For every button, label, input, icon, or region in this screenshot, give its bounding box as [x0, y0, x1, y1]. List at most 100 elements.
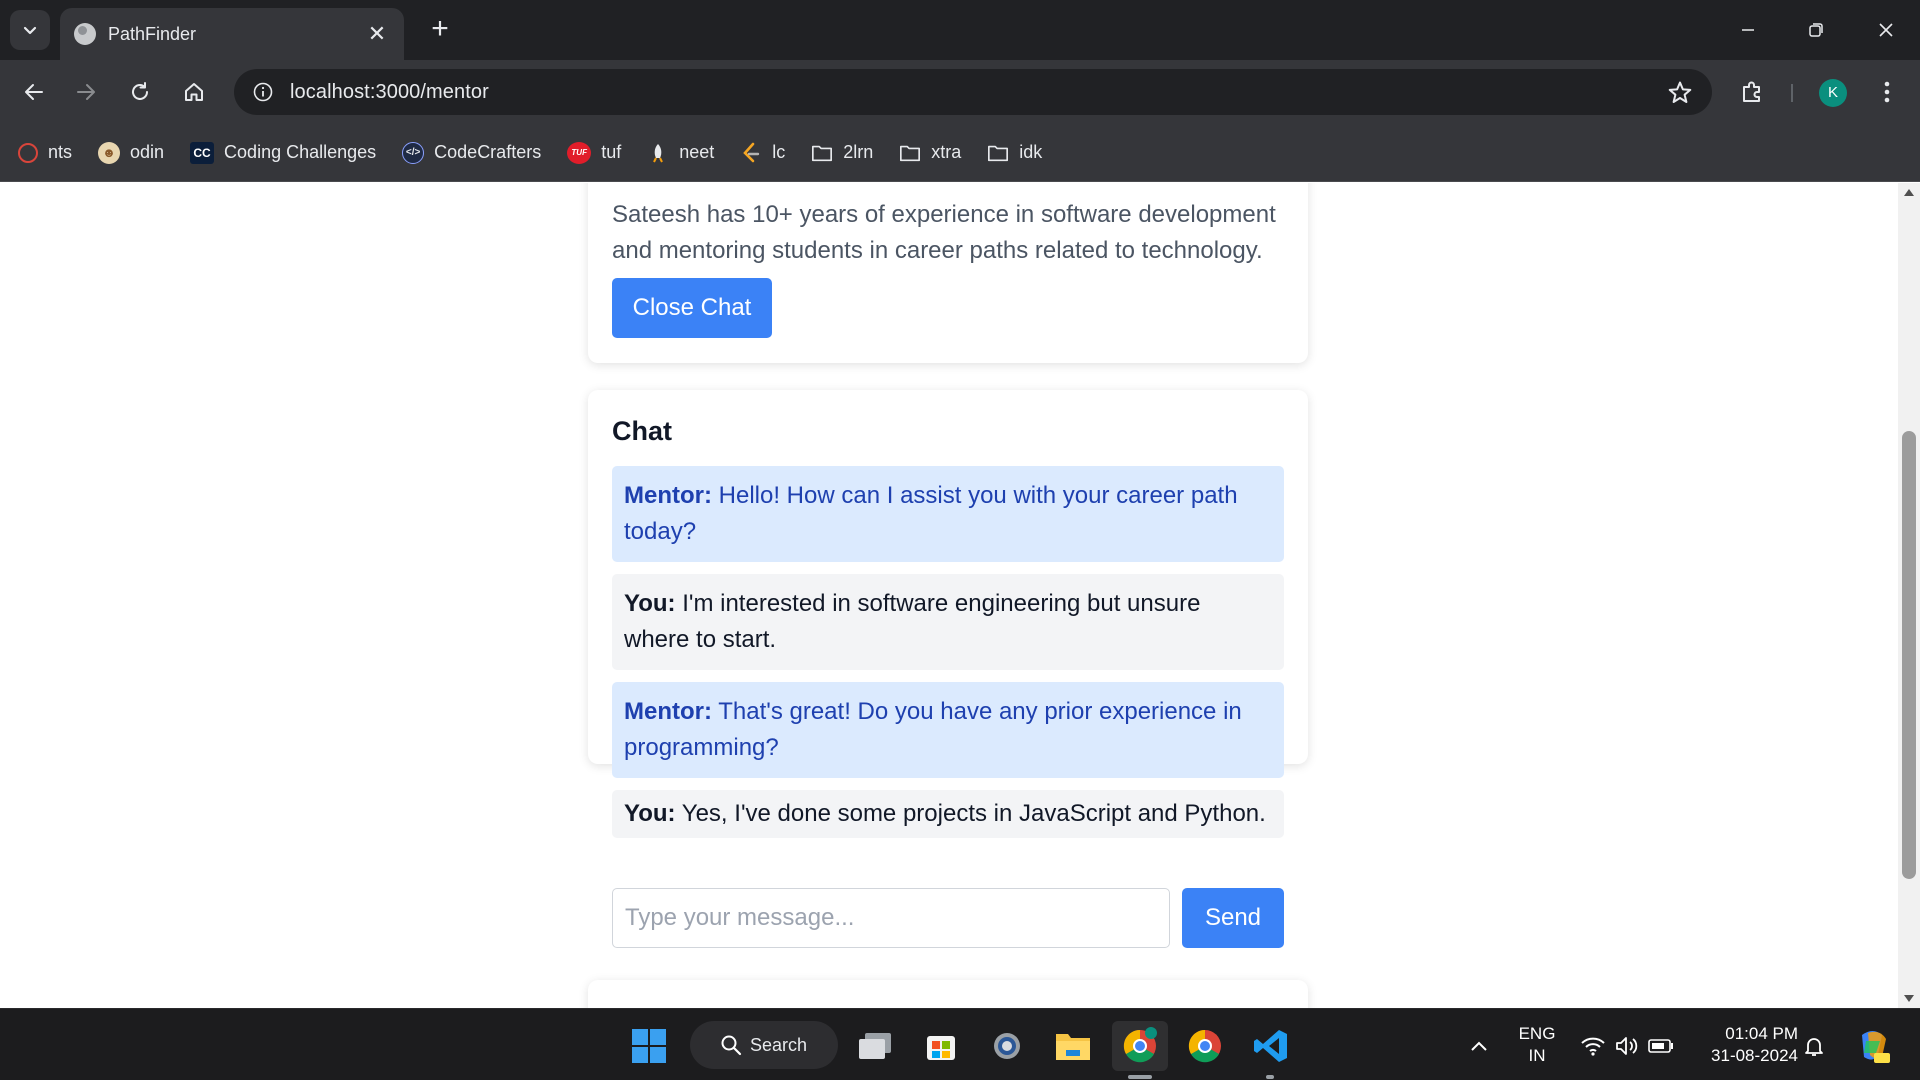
- chevron-down-icon: [23, 26, 37, 35]
- browser-tab[interactable]: PathFinder ✕: [60, 8, 404, 60]
- bookmark-neet[interactable]: neet: [647, 137, 714, 169]
- browser-toolbar: localhost:3000/mentor K: [0, 60, 1920, 124]
- message-text: Hello! How can I assist you with your ca…: [624, 482, 1238, 545]
- tab-title: PathFinder: [108, 23, 197, 44]
- folder-icon: [1056, 1034, 1090, 1060]
- bookmark-coding-challenges[interactable]: CC Coding Challenges: [190, 137, 376, 169]
- url-text[interactable]: localhost:3000/mentor: [290, 81, 489, 104]
- region-label: IN: [1528, 1046, 1546, 1065]
- bookmark-label: tuf: [601, 142, 622, 162]
- microsoft-store-button[interactable]: [916, 1021, 966, 1071]
- wifi-icon: [1581, 1037, 1605, 1056]
- scroll-up-icon[interactable]: [1904, 189, 1914, 196]
- more-vertical-icon: [1884, 81, 1890, 103]
- send-button[interactable]: Send: [1182, 888, 1284, 948]
- bookmark-codecrafters[interactable]: </> CodeCrafters: [402, 137, 541, 169]
- volume-icon: [1616, 1037, 1638, 1055]
- extensions-button[interactable]: [1734, 74, 1770, 110]
- gear-icon: [994, 1033, 1020, 1059]
- notifications-button[interactable]: [1794, 1021, 1834, 1071]
- reload-button[interactable]: [120, 72, 160, 112]
- chat-message-mentor: Mentor: That's great! Do you have any pr…: [612, 682, 1284, 778]
- cc-icon: CC: [190, 141, 215, 164]
- message-text: That's great! Do you have any prior expe…: [624, 698, 1242, 761]
- quick-settings-button[interactable]: [1572, 1021, 1682, 1071]
- language-indicator[interactable]: ENG IN: [1510, 1023, 1564, 1067]
- bookmark-label: Coding Challenges: [224, 142, 377, 162]
- taskbar-search[interactable]: Search: [690, 1021, 838, 1069]
- forward-button[interactable]: [66, 72, 106, 112]
- chat-title: Chat: [612, 416, 672, 446]
- site-info-icon[interactable]: [248, 77, 278, 107]
- bookmark-label: CodeCrafters: [434, 142, 542, 162]
- battery-icon: [1648, 1039, 1673, 1053]
- chat-card: Chat Mentor: Hello! How can I assist you…: [588, 390, 1308, 948]
- chat-message-mentor: Mentor: Hello! How can I assist you with…: [612, 466, 1284, 562]
- start-button[interactable]: [624, 1021, 674, 1071]
- chrome-icon: [1188, 1029, 1221, 1063]
- toolbar-separator: [1791, 84, 1793, 102]
- folder-icon: [899, 142, 921, 164]
- next-card: [588, 980, 1308, 1008]
- copilot-icon: [1862, 1031, 1890, 1063]
- mentor-description: Sateesh has 10+ years of experience in s…: [612, 201, 1276, 264]
- chrome-button[interactable]: [1180, 1021, 1230, 1071]
- bookmark-nts[interactable]: nts: [18, 137, 72, 169]
- home-icon: [185, 83, 203, 101]
- home-button[interactable]: [174, 72, 214, 112]
- vscode-icon: [1254, 1030, 1287, 1062]
- copilot-button[interactable]: [1848, 1021, 1898, 1071]
- window-close-button[interactable]: [1852, 0, 1920, 60]
- windows-taskbar: Search ENG IN 01:04 PM 31-08-2024: [0, 1008, 1920, 1080]
- back-button[interactable]: [14, 72, 54, 112]
- folder-icon: [811, 142, 833, 164]
- page-viewport: Sateesh has 10+ years of experience in s…: [0, 183, 1898, 1008]
- chrome-icon: [1123, 1027, 1157, 1063]
- vscode-button[interactable]: [1246, 1021, 1296, 1071]
- bookmark-lc[interactable]: lc: [740, 137, 785, 169]
- close-chat-button[interactable]: Close Chat: [612, 278, 772, 338]
- chrome-profile-button[interactable]: [1112, 1021, 1168, 1071]
- tab-close-button[interactable]: ✕: [364, 21, 390, 47]
- address-bar[interactable]: localhost:3000/mentor: [234, 69, 1712, 115]
- chat-message-input[interactable]: [612, 888, 1170, 948]
- show-hidden-icons-button[interactable]: [1454, 1021, 1504, 1071]
- message-sender: Mentor:: [624, 698, 712, 725]
- bookmark-odin[interactable]: ☻ odin: [98, 137, 164, 169]
- scroll-down-icon[interactable]: [1904, 995, 1914, 1002]
- message-text: I'm interested in software engineering b…: [624, 590, 1201, 653]
- restore-icon: [1809, 23, 1823, 37]
- settings-app-button[interactable]: [982, 1021, 1032, 1071]
- bookmark-label: 2lrn: [843, 142, 874, 162]
- minimize-button[interactable]: [1714, 0, 1782, 60]
- bookmark-star-icon[interactable]: [1666, 79, 1694, 107]
- folder-icon: [987, 142, 1009, 164]
- bookmark-folder-xtra[interactable]: xtra: [899, 137, 961, 169]
- new-tab-button[interactable]: +: [422, 12, 458, 48]
- task-view-button[interactable]: [850, 1021, 900, 1071]
- bookmark-label: nts: [48, 142, 73, 162]
- bookmark-folder-2lrn[interactable]: 2lrn: [811, 137, 873, 169]
- bookmark-folder-idk[interactable]: idk: [987, 137, 1042, 169]
- minimize-icon: [1742, 29, 1754, 31]
- chat-message-user: You: I'm interested in software engineer…: [612, 574, 1284, 670]
- bookmark-tuf[interactable]: TUF tuf: [567, 137, 621, 169]
- notification-bell-icon: [1805, 1038, 1823, 1056]
- clock-date: 31-08-2024: [1711, 1046, 1798, 1065]
- scrollbar-thumb[interactable]: [1902, 431, 1916, 879]
- message-sender: Mentor:: [624, 482, 712, 509]
- bookmark-label: idk: [1019, 142, 1043, 162]
- globe-icon: [74, 23, 96, 45]
- chat-message-user: You: Yes, I've done some projects in Jav…: [612, 790, 1284, 838]
- browser-menu-button[interactable]: [1872, 74, 1902, 110]
- codecrafters-icon: </>: [402, 141, 425, 164]
- clock[interactable]: 01:04 PM 31-08-2024: [1694, 1023, 1798, 1067]
- profile-avatar[interactable]: K: [1819, 79, 1847, 107]
- message-text: Yes, I've done some projects in JavaScri…: [681, 800, 1266, 827]
- message-sender: You:: [624, 800, 676, 827]
- tab-search-button[interactable]: [10, 10, 50, 50]
- file-explorer-button[interactable]: [1048, 1021, 1098, 1071]
- page-scrollbar[interactable]: [1898, 183, 1920, 1008]
- close-icon: [1879, 23, 1893, 37]
- restore-button[interactable]: [1782, 0, 1850, 60]
